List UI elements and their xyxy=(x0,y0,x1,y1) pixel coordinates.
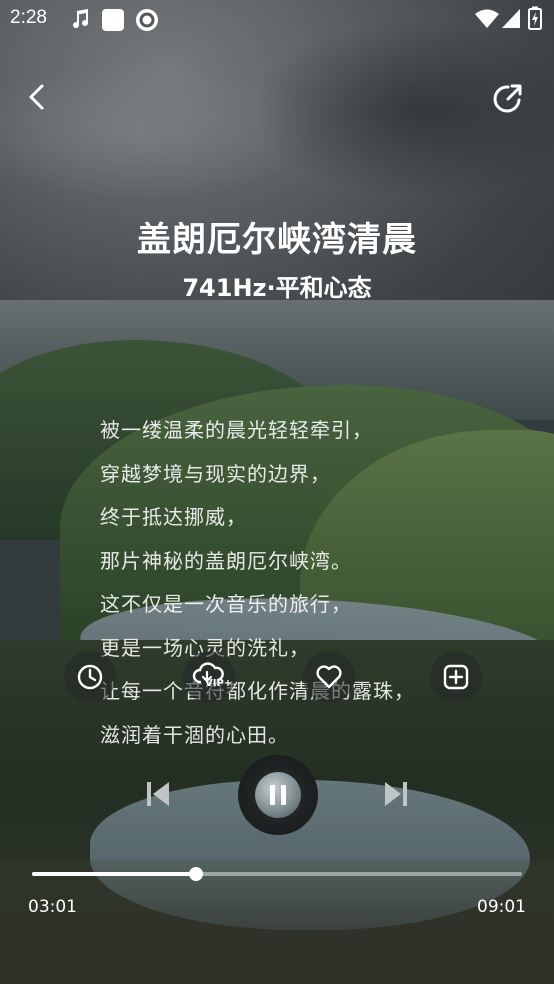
album-art-disc xyxy=(255,772,301,818)
chevron-left-icon xyxy=(29,84,44,110)
total-time: 09:01 xyxy=(477,897,526,917)
track-subtitle: 741Hz·平和心态 xyxy=(182,274,372,302)
previous-button[interactable] xyxy=(143,778,173,814)
next-button[interactable] xyxy=(381,778,411,814)
lyric-line: 那片神秘的盖朗厄尔峡湾。 xyxy=(100,548,352,573)
add-to-playlist-button[interactable] xyxy=(430,651,482,703)
square-icon xyxy=(101,8,125,36)
circle-app-icon xyxy=(135,8,159,36)
lyrics-panel: 被一缕温柔的晨光轻轻牵引， 穿越梦境与现实的边界， 终于抵达挪威， 那片神秘的盖… xyxy=(100,414,540,762)
lyric-line: 滋润着干涸的心田。 xyxy=(100,722,289,747)
clock-icon xyxy=(77,664,103,690)
lyric-line: 这不仅是一次音乐的旅行， xyxy=(100,592,352,616)
pause-icon xyxy=(270,785,286,805)
progress-thumb[interactable] xyxy=(188,867,203,881)
heart-icon xyxy=(316,665,342,689)
skip-previous-icon xyxy=(147,782,169,806)
track-title: 盖朗厄尔峡湾清晨 xyxy=(137,220,417,260)
status-time: 2:28 xyxy=(10,7,47,28)
vip-download-button[interactable]: VIP+ xyxy=(183,651,235,703)
battery-charging-icon xyxy=(528,6,542,34)
skip-next-icon xyxy=(385,782,407,806)
plus-square-icon xyxy=(443,664,469,690)
pause-button[interactable] xyxy=(238,755,318,835)
current-time: 03:01 xyxy=(28,897,77,917)
signal-icon xyxy=(502,9,520,33)
share-button[interactable] xyxy=(489,78,529,118)
lyric-line: 被一缕温柔的晨光轻轻牵引， xyxy=(100,418,373,442)
favorite-button[interactable] xyxy=(303,651,355,703)
lyric-line: 穿越梦境与现实的边界， xyxy=(100,461,331,486)
share-icon xyxy=(493,84,522,113)
wifi-icon xyxy=(475,9,499,33)
status-bar: 2:28 xyxy=(0,0,554,38)
progress-fill xyxy=(32,872,196,876)
progress-slider[interactable] xyxy=(32,867,522,881)
music-note-icon xyxy=(70,8,90,34)
back-button[interactable] xyxy=(18,78,58,118)
vip-badge: VIP+ xyxy=(205,678,233,689)
timer-button[interactable] xyxy=(64,651,116,703)
lyric-line: 终于抵达挪威， xyxy=(100,505,247,529)
